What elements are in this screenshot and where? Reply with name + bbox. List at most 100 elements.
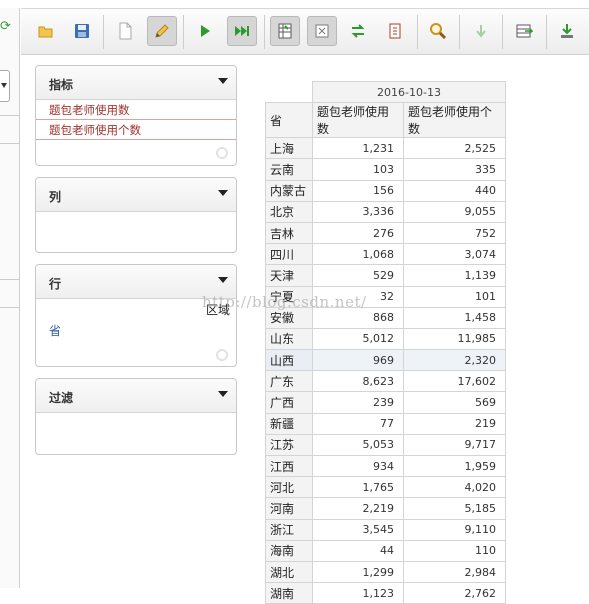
province-cell[interactable]: 天津 [265, 264, 313, 287]
province-cell[interactable]: 广西 [265, 391, 313, 414]
save-button[interactable] [67, 16, 97, 46]
value-cell[interactable]: 752 [403, 221, 506, 245]
value-cell[interactable]: 156 [312, 179, 404, 202]
export-table-button[interactable] [509, 16, 539, 46]
value-cell[interactable]: 1,299 [312, 560, 404, 584]
chevron-down-icon[interactable] [218, 190, 228, 196]
value-cell[interactable]: 5,053 [312, 433, 404, 457]
value-cell[interactable]: 1,139 [403, 264, 506, 287]
value-cell[interactable]: 101 [403, 285, 506, 308]
row-dimension-header[interactable]: 省 [265, 102, 313, 139]
value-cell[interactable]: 32 [312, 285, 404, 308]
zoom-button[interactable] [423, 16, 453, 46]
value-cell[interactable]: 3,545 [312, 518, 404, 541]
chevron-down-icon[interactable] [218, 78, 228, 84]
value-cell[interactable]: 11,985 [403, 327, 506, 351]
settings-icon[interactable] [216, 147, 228, 159]
province-cell[interactable]: 江苏 [265, 433, 313, 457]
value-cell[interactable]: 103 [312, 158, 404, 181]
new-query-button[interactable] [110, 16, 140, 46]
auto-run-button[interactable] [227, 16, 257, 46]
province-cell[interactable]: 湖北 [265, 560, 313, 584]
province-cell[interactable]: 山东 [265, 327, 313, 351]
value-cell[interactable]: 239 [312, 391, 404, 414]
value-cell[interactable]: 2,525 [403, 137, 506, 160]
province-cell[interactable]: 江西 [265, 454, 313, 478]
value-cell[interactable]: 1,458 [403, 306, 506, 329]
province-cell[interactable]: 河南 [265, 497, 313, 520]
hide-parents-button[interactable] [270, 16, 300, 46]
value-cell[interactable]: 2,320 [403, 349, 506, 372]
column-header[interactable]: 题包老师使用数 [312, 102, 404, 139]
value-cell[interactable]: 1,765 [312, 476, 404, 499]
value-cell[interactable]: 934 [312, 454, 404, 478]
value-cell[interactable]: 2,762 [403, 582, 506, 604]
column-header[interactable]: 题包老师使用个数 [403, 102, 506, 139]
columns-panel-header[interactable]: 列 [36, 178, 236, 212]
value-cell[interactable]: 969 [312, 349, 404, 372]
province-cell[interactable]: 宁夏 [265, 285, 313, 308]
value-cell[interactable]: 440 [403, 179, 506, 202]
swap-axis-button[interactable] [343, 16, 373, 46]
value-cell[interactable]: 110 [403, 539, 506, 562]
value-cell[interactable]: 219 [403, 412, 506, 435]
export-download-button[interactable] [552, 16, 582, 46]
value-cell[interactable]: 2,219 [312, 497, 404, 520]
drill-down-button[interactable] [466, 16, 496, 46]
value-cell[interactable]: 1,068 [312, 243, 404, 266]
measure-item[interactable]: 题包老师使用数 [36, 100, 236, 120]
run-button[interactable] [190, 16, 220, 46]
value-cell[interactable]: 868 [312, 306, 404, 329]
province-cell[interactable]: 四川 [265, 243, 313, 266]
measure-item[interactable]: 题包老师使用个数 [36, 120, 236, 140]
province-cell[interactable]: 浙江 [265, 518, 313, 541]
province-cell[interactable]: 安徽 [265, 306, 313, 329]
date-header[interactable]: 2016-10-13 [312, 80, 506, 104]
value-cell[interactable]: 8,623 [312, 370, 404, 393]
value-cell[interactable]: 1,959 [403, 454, 506, 478]
province-cell[interactable]: 云南 [265, 158, 313, 181]
row-dimension-item[interactable]: 省 [49, 322, 61, 339]
value-cell[interactable]: 17,602 [403, 370, 506, 393]
measures-panel-header[interactable]: 指标 [36, 66, 236, 100]
value-cell[interactable]: 335 [403, 158, 506, 181]
value-cell[interactable]: 44 [312, 539, 404, 562]
value-cell[interactable]: 529 [312, 264, 404, 287]
cube-select-dropdown[interactable] [0, 70, 10, 102]
value-cell[interactable]: 9,055 [403, 200, 506, 223]
province-cell[interactable]: 海南 [265, 539, 313, 562]
province-cell[interactable]: 山西 [265, 349, 313, 372]
filter-panel-header[interactable]: 过滤 [36, 379, 236, 413]
value-cell[interactable]: 5,185 [403, 497, 506, 520]
value-cell[interactable]: 9,717 [403, 433, 506, 457]
value-cell[interactable]: 5,012 [312, 327, 404, 351]
value-cell[interactable]: 3,074 [403, 243, 506, 266]
province-cell[interactable]: 上海 [265, 137, 313, 160]
value-cell[interactable]: 276 [312, 221, 404, 245]
chevron-down-icon[interactable] [218, 391, 228, 397]
chevron-down-icon[interactable] [218, 277, 228, 283]
province-cell[interactable]: 河北 [265, 476, 313, 499]
province-cell[interactable]: 北京 [265, 200, 313, 223]
edit-button[interactable] [147, 16, 177, 46]
open-button[interactable] [31, 16, 61, 46]
value-cell[interactable]: 4,020 [403, 476, 506, 499]
fullscreen-button[interactable] [380, 16, 410, 46]
non-empty-button[interactable] [307, 16, 337, 46]
settings-icon[interactable] [216, 349, 228, 361]
value-cell[interactable]: 3,336 [312, 200, 404, 223]
value-cell[interactable]: 77 [312, 412, 404, 435]
rows-panel-header[interactable]: 行 [36, 265, 236, 299]
table-row: 四川 1,068 3,074 [265, 243, 506, 266]
province-cell[interactable]: 新疆 [265, 412, 313, 435]
value-cell[interactable]: 9,110 [403, 518, 506, 541]
province-cell[interactable]: 内蒙古 [265, 179, 313, 202]
province-cell[interactable]: 吉林 [265, 221, 313, 245]
province-cell[interactable]: 湖南 [265, 582, 313, 604]
value-cell[interactable]: 569 [403, 391, 506, 414]
province-cell[interactable]: 广东 [265, 370, 313, 393]
value-cell[interactable]: 1,231 [312, 137, 404, 160]
value-cell[interactable]: 1,123 [312, 582, 404, 604]
value-cell[interactable]: 2,984 [403, 560, 506, 584]
refresh-icon[interactable]: ⟳ [0, 20, 12, 34]
